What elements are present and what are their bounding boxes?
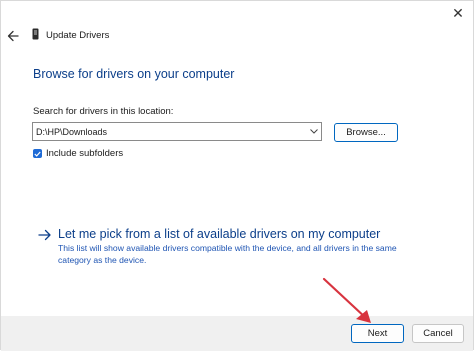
pick-driver-link[interactable]: Let me pick from a list of available dri… [58,227,380,241]
device-icon [32,28,39,40]
path-combobox[interactable]: D:\HP\Downloads [32,122,322,141]
pick-driver-description: This list will show available drivers co… [58,243,397,265]
title-bar: Update Drivers [1,23,473,49]
include-subfolders-label[interactable]: Include subfolders [46,148,123,159]
right-arrow-icon [38,229,51,241]
search-location-label: Search for drivers in this location: [33,106,174,117]
window-title: Update Drivers [46,30,110,41]
close-button[interactable]: ✕ [441,1,474,25]
chevron-down-icon [310,129,318,134]
browse-button[interactable]: Browse... [334,123,398,142]
update-drivers-window: ✕ Update Drivers Browse for drivers on y… [0,0,474,351]
page-heading: Browse for drivers on your computer [33,67,235,81]
checkmark-icon [34,151,41,157]
annotation-arrow [322,277,371,323]
include-subfolders-checkbox[interactable] [33,149,42,158]
next-button[interactable]: Next [351,324,404,343]
close-icon: ✕ [452,4,464,21]
back-arrow-icon[interactable] [6,29,20,43]
cancel-button[interactable]: Cancel [412,324,464,343]
path-value: D:\HP\Downloads [36,126,108,137]
dropdown-toggle[interactable] [307,123,321,140]
